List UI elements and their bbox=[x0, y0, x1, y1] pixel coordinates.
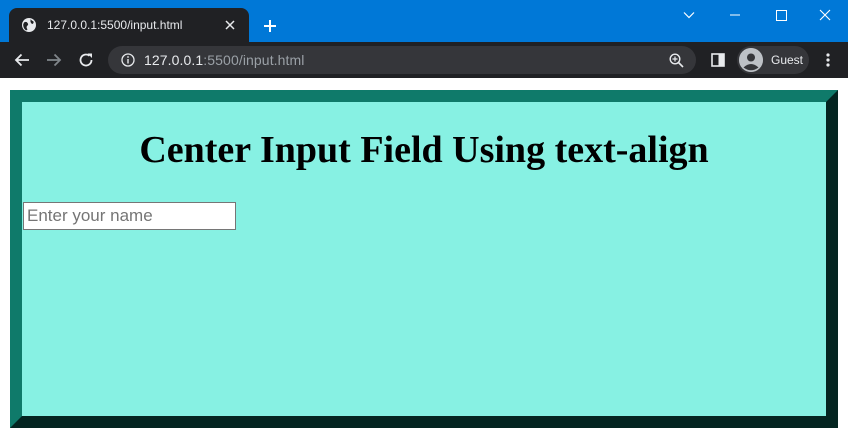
side-panel-icon[interactable] bbox=[704, 46, 732, 74]
url-text: 127.0.0.1:5500/input.html bbox=[144, 52, 305, 68]
name-input[interactable] bbox=[23, 202, 236, 230]
demo-container: Center Input Field Using text-align bbox=[10, 90, 838, 428]
url-host: 127.0.0.1 bbox=[144, 52, 204, 68]
page-heading: Center Input Field Using text-align bbox=[139, 129, 709, 171]
more-icon[interactable] bbox=[814, 46, 842, 74]
profile-button[interactable]: Guest bbox=[737, 46, 809, 74]
chevron-down-icon[interactable] bbox=[666, 0, 712, 30]
info-icon[interactable] bbox=[114, 46, 142, 74]
page-viewport: Center Input Field Using text-align bbox=[0, 78, 848, 442]
forward-icon[interactable] bbox=[40, 46, 68, 74]
window-close-icon[interactable] bbox=[802, 0, 848, 30]
globe-icon bbox=[21, 17, 37, 33]
back-icon[interactable] bbox=[8, 46, 36, 74]
close-icon[interactable] bbox=[221, 16, 239, 34]
avatar-icon bbox=[739, 48, 763, 72]
minimize-icon[interactable] bbox=[712, 0, 758, 30]
profile-label: Guest bbox=[771, 53, 804, 67]
zoom-icon[interactable] bbox=[662, 46, 690, 74]
plus-icon[interactable] bbox=[258, 14, 282, 38]
browser-titlebar: 127.0.0.1:5500/input.html bbox=[0, 0, 848, 42]
address-bar[interactable]: 127.0.0.1:5500/input.html bbox=[108, 46, 696, 74]
reload-icon[interactable] bbox=[72, 46, 100, 74]
url-path: :5500/input.html bbox=[203, 52, 305, 68]
browser-toolbar: 127.0.0.1:5500/input.html Guest bbox=[0, 42, 848, 78]
maximize-icon[interactable] bbox=[758, 0, 804, 30]
browser-tab[interactable]: 127.0.0.1:5500/input.html bbox=[9, 8, 249, 42]
tab-title: 127.0.0.1:5500/input.html bbox=[47, 18, 183, 32]
